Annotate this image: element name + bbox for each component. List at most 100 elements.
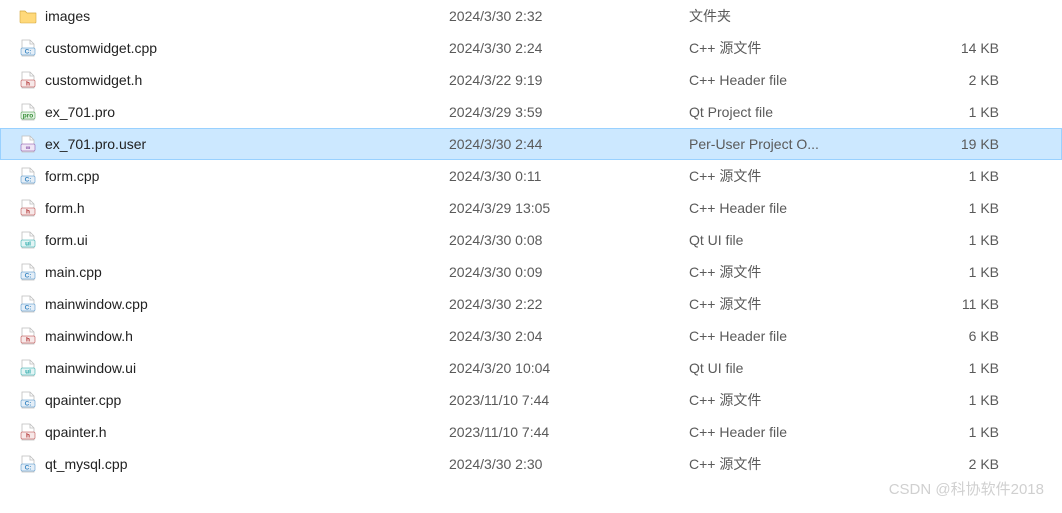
watermark-text: CSDN @科协软件2018 (889, 478, 1044, 499)
file-row[interactable]: images 2024/3/30 2:32文件夹 (0, 0, 1062, 32)
user-icon: ∞ (19, 135, 37, 153)
file-date: 2023/11/10 7:44 (449, 424, 689, 440)
file-size: 1 KB (919, 200, 1009, 216)
file-row[interactable]: C: mainwindow.cpp 2024/3/30 2:22C++ 源文件11 … (0, 288, 1062, 320)
file-type: C++ 源文件 (689, 454, 919, 474)
svg-text:ui: ui (25, 369, 31, 376)
file-name: mainwindow.h (45, 328, 133, 344)
file-row[interactable]: C: qt_mysql.cpp 2024/3/30 2:30C++ 源文件2 KB (0, 448, 1062, 480)
file-date: 2024/3/30 2:32 (449, 8, 689, 24)
file-size: 1 KB (919, 392, 1009, 408)
cpp-icon: C: (19, 263, 37, 281)
col-name: ∞ ex_701.pro.user (19, 135, 449, 153)
file-type: Per-User Project O... (689, 136, 919, 152)
file-name: main.cpp (45, 264, 102, 280)
file-date: 2024/3/29 3:59 (449, 104, 689, 120)
svg-text:C:: C: (25, 465, 32, 472)
file-list: images 2024/3/30 2:32文件夹 C: customwidget.cp… (0, 0, 1062, 480)
file-name: form.h (45, 200, 85, 216)
svg-text:C:: C: (25, 401, 32, 408)
file-name: ex_701.pro (45, 104, 115, 120)
cpp-icon: C: (19, 39, 37, 57)
file-row[interactable]: pro ex_701.pro 2024/3/29 3:59Qt Project fi… (0, 96, 1062, 128)
file-name: mainwindow.cpp (45, 296, 148, 312)
file-date: 2024/3/22 9:19 (449, 72, 689, 88)
svg-text:h: h (26, 209, 30, 216)
file-row[interactable]: C: customwidget.cpp 2024/3/30 2:24C++ 源文件1… (0, 32, 1062, 64)
svg-text:h: h (26, 433, 30, 440)
file-name: mainwindow.ui (45, 360, 136, 376)
file-name: form.ui (45, 232, 88, 248)
cpp-icon: C: (19, 455, 37, 473)
file-size: 2 KB (919, 72, 1009, 88)
file-type: C++ 源文件 (689, 166, 919, 186)
file-row[interactable]: C:main.cpp2024/3/30 0:09C++ 源文件1 KB (0, 256, 1062, 288)
file-type: C++ 源文件 (689, 294, 919, 314)
file-size: 2 KB (919, 456, 1009, 472)
file-date: 2024/3/30 0:11 (449, 168, 689, 184)
file-row[interactable]: h mainwindow.h 2024/3/30 2:04C++ Header fi… (0, 320, 1062, 352)
file-type: C++ Header file (689, 328, 919, 344)
svg-text:C:: C: (25, 305, 32, 312)
file-date: 2024/3/30 0:08 (449, 232, 689, 248)
file-date: 2024/3/30 2:30 (449, 456, 689, 472)
col-name: ui form.ui (19, 231, 449, 249)
cpp-icon: C: (19, 167, 37, 185)
ui-icon: ui (19, 359, 37, 377)
h-icon: h (19, 327, 37, 345)
file-size: 1 KB (919, 360, 1009, 376)
file-type: C++ Header file (689, 200, 919, 216)
file-date: 2024/3/29 13:05 (449, 200, 689, 216)
file-size: 14 KB (919, 40, 1009, 56)
file-date: 2024/3/30 2:22 (449, 296, 689, 312)
file-name: images (45, 8, 90, 24)
file-type: Qt UI file (689, 232, 919, 248)
file-name: qpainter.cpp (45, 392, 121, 408)
file-row[interactable]: C:form.cpp2024/3/30 0:11C++ 源文件1 KB (0, 160, 1062, 192)
file-name: customwidget.h (45, 72, 142, 88)
file-type: Qt Project file (689, 104, 919, 120)
file-row[interactable]: C: qpainter.cpp 2023/11/10 7:44C++ 源文件1 KB (0, 384, 1062, 416)
file-type: C++ 源文件 (689, 390, 919, 410)
svg-text:C:: C: (25, 49, 32, 56)
col-name: C: mainwindow.cpp (19, 295, 449, 313)
file-type: C++ 源文件 (689, 38, 919, 58)
file-name: qpainter.h (45, 424, 107, 440)
file-name: customwidget.cpp (45, 40, 157, 56)
svg-text:∞: ∞ (26, 145, 31, 152)
file-name: ex_701.pro.user (45, 136, 146, 152)
h-icon: h (19, 199, 37, 217)
col-name: ui mainwindow.ui (19, 359, 449, 377)
h-icon: h (19, 71, 37, 89)
col-name: C: qpainter.cpp (19, 391, 449, 409)
svg-text:C:: C: (25, 177, 32, 184)
col-name: C:form.cpp (19, 167, 449, 185)
file-row[interactable]: ∞ex_701.pro.user2024/3/30 2:44Per-User P… (0, 128, 1062, 160)
file-size: 6 KB (919, 328, 1009, 344)
file-row[interactable]: h customwidget.h 2024/3/22 9:19C++ Header … (0, 64, 1062, 96)
file-name: qt_mysql.cpp (45, 456, 127, 472)
file-date: 2024/3/30 2:04 (449, 328, 689, 344)
file-size: 1 KB (919, 168, 1009, 184)
svg-text:h: h (26, 81, 30, 88)
file-size: 11 KB (919, 296, 1009, 312)
file-date: 2023/11/10 7:44 (449, 392, 689, 408)
cpp-icon: C: (19, 295, 37, 313)
file-row[interactable]: h form.h 2024/3/29 13:05C++ Header file1 K… (0, 192, 1062, 224)
file-date: 2024/3/30 2:24 (449, 40, 689, 56)
file-size: 1 KB (919, 232, 1009, 248)
file-size: 19 KB (919, 136, 1009, 152)
svg-text:ui: ui (25, 241, 31, 248)
file-row[interactable]: uimainwindow.ui2024/3/20 10:04Qt UI file… (0, 352, 1062, 384)
svg-text:h: h (26, 337, 30, 344)
ui-icon: ui (19, 231, 37, 249)
col-name: pro ex_701.pro (19, 103, 449, 121)
file-type: C++ Header file (689, 424, 919, 440)
col-name: images (19, 7, 449, 25)
col-name: C: qt_mysql.cpp (19, 455, 449, 473)
file-row[interactable]: h qpainter.h 2023/11/10 7:44C++ Header fil… (0, 416, 1062, 448)
file-row[interactable]: ui form.ui 2024/3/30 0:08Qt UI file1 KB (0, 224, 1062, 256)
svg-text:pro: pro (23, 113, 34, 120)
file-type: 文件夹 (689, 6, 919, 26)
file-type: C++ Header file (689, 72, 919, 88)
